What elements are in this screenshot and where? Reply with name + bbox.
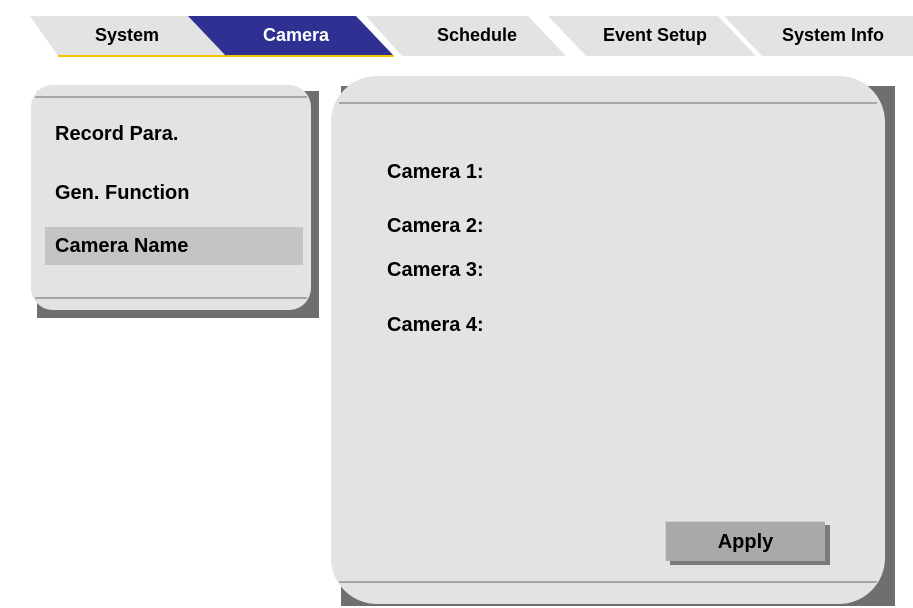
apply-button[interactable]: Apply	[665, 521, 825, 561]
camera-1-label: Camera 1:	[387, 161, 484, 183]
camera-3-label: Camera 3:	[387, 259, 484, 281]
sidebar-item-gen-function[interactable]: Gen. Function	[45, 174, 303, 212]
tab-camera[interactable]: Camera	[236, 24, 356, 46]
sidebar-menu: Record Para. Gen. Function Camera Name	[31, 85, 311, 310]
tab-system[interactable]: System	[72, 24, 182, 46]
tab-system-info[interactable]: System Info	[758, 24, 908, 46]
sidebar-divider-bottom	[35, 297, 307, 299]
tab-schedule[interactable]: Schedule	[412, 24, 542, 46]
panel-divider-bottom	[339, 581, 877, 583]
tab-bar: System Camera Schedule Event Setup Syste…	[0, 0, 913, 58]
sidebar-divider-top	[35, 96, 307, 98]
sidebar-item-camera-name[interactable]: Camera Name	[45, 227, 303, 265]
camera-2-label: Camera 2:	[387, 215, 484, 237]
tab-event-setup[interactable]: Event Setup	[580, 24, 730, 46]
camera-4-label: Camera 4:	[387, 314, 484, 336]
sidebar-item-record-para[interactable]: Record Para.	[45, 115, 303, 153]
panel-divider-top	[339, 102, 877, 104]
